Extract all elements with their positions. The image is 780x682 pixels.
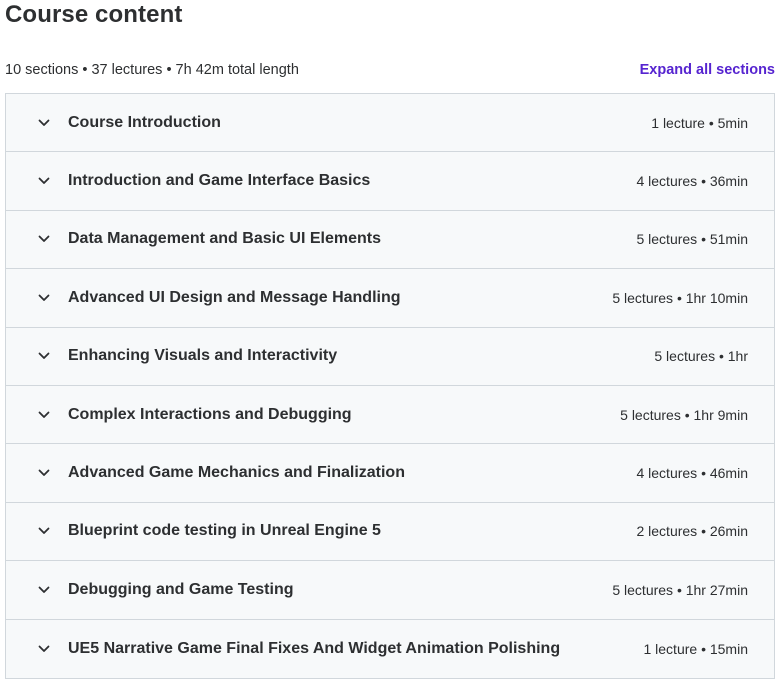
chevron-down-icon[interactable]: [38, 643, 50, 655]
section-meta: 4 lectures • 36min: [636, 173, 748, 190]
chevron-down-icon[interactable]: [38, 525, 50, 537]
section-meta: 5 lectures • 1hr 27min: [612, 581, 748, 598]
section-title: Data Management and Basic UI Elements: [68, 230, 381, 248]
chevron-down-icon[interactable]: [38, 409, 50, 421]
section-meta: 5 lectures • 1hr 9min: [620, 406, 748, 423]
course-sections-list: Course Introduction 1 lecture • 5min Int…: [5, 93, 775, 679]
section-title: Course Introduction: [68, 113, 221, 131]
expand-all-sections-button[interactable]: Expand all sections: [640, 62, 775, 78]
chevron-down-icon[interactable]: [38, 117, 50, 129]
section-meta: 2 lectures • 26min: [636, 523, 748, 540]
section-meta: 5 lectures • 1hr: [654, 348, 748, 365]
section-title: Introduction and Game Interface Basics: [68, 172, 371, 190]
section-meta: 1 lecture • 5min: [651, 114, 748, 131]
section-title: Advanced UI Design and Message Handling: [68, 288, 401, 306]
chevron-down-icon[interactable]: [38, 350, 50, 362]
section-header[interactable]: Enhancing Visuals and Interactivity 5 le…: [6, 327, 774, 386]
section-title: Enhancing Visuals and Interactivity: [68, 347, 338, 365]
section-header[interactable]: Advanced Game Mechanics and Finalization…: [6, 444, 774, 503]
section-meta: 4 lectures • 46min: [636, 465, 748, 482]
section-header[interactable]: Blueprint code testing in Unreal Engine …: [6, 502, 774, 562]
chevron-down-icon[interactable]: [38, 584, 50, 596]
section-header[interactable]: UE5 Narrative Game Final Fixes And Widge…: [6, 619, 774, 678]
section-header[interactable]: Complex Interactions and Debugging 5 lec…: [6, 385, 774, 445]
section-header[interactable]: Advanced UI Design and Message Handling …: [6, 269, 774, 328]
chevron-down-icon[interactable]: [38, 233, 50, 245]
section-header[interactable]: Debugging and Game Testing 5 lectures • …: [6, 561, 774, 620]
page-title: Course content: [5, 1, 183, 28]
section-header[interactable]: Data Management and Basic UI Elements 5 …: [6, 210, 774, 270]
section-header[interactable]: Introduction and Game Interface Basics 4…: [6, 152, 774, 211]
chevron-down-icon[interactable]: [38, 467, 50, 479]
section-title: UE5 Narrative Game Final Fixes And Widge…: [68, 639, 561, 657]
section-title: Complex Interactions and Debugging: [68, 405, 352, 423]
section-meta: 5 lectures • 1hr 10min: [612, 289, 748, 306]
section-title: Blueprint code testing in Unreal Engine …: [68, 522, 381, 540]
chevron-down-icon[interactable]: [38, 175, 50, 187]
section-header[interactable]: Course Introduction 1 lecture • 5min: [6, 94, 774, 153]
chevron-down-icon[interactable]: [38, 292, 50, 304]
course-summary: 10 sections • 37 lectures • 7h 42m total…: [5, 62, 299, 78]
section-meta: 1 lecture • 15min: [643, 640, 748, 657]
section-title: Advanced Game Mechanics and Finalization: [68, 464, 405, 482]
course-summary-row: 10 sections • 37 lectures • 7h 42m total…: [5, 60, 775, 80]
section-meta: 5 lectures • 51min: [636, 231, 748, 248]
section-title: Debugging and Game Testing: [68, 580, 294, 598]
